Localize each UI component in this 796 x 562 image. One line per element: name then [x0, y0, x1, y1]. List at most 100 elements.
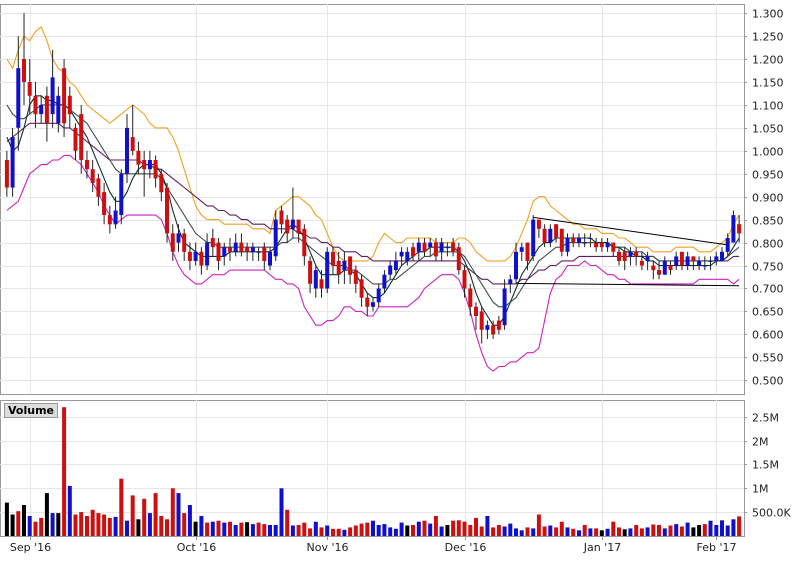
- volume-bar: [405, 525, 410, 536]
- candle-body: [514, 251, 518, 280]
- candle-body: [605, 242, 610, 248]
- volume-bar: [331, 528, 335, 536]
- volume-bar: [325, 525, 330, 536]
- x-tick-label: Feb '17: [697, 541, 737, 554]
- candle-body: [170, 233, 175, 252]
- candle-body: [714, 256, 719, 261]
- candle-body: [588, 238, 593, 239]
- candle-body: [27, 82, 32, 96]
- candle-body: [405, 251, 410, 261]
- candle-body: [422, 242, 427, 252]
- volume-bar: [628, 528, 633, 536]
- candle-body: [554, 224, 559, 238]
- volume-bar: [199, 516, 204, 536]
- volume-bar: [731, 519, 736, 536]
- volume-bar: [645, 527, 650, 536]
- volume-tick-label: 2.5M: [752, 412, 779, 425]
- stock-chart: 1.300 1.250 1.200 1.150 1.100 1.050 1.000 0.950…: [0, 0, 796, 558]
- candle-body: [371, 302, 375, 307]
- candle-body: [519, 247, 524, 252]
- candle-body: [548, 228, 553, 243]
- candle-body: [622, 251, 627, 261]
- volume-bar: [142, 498, 147, 536]
- candle-body: [525, 242, 530, 261]
- candle-body: [33, 95, 38, 115]
- candle-body: [193, 251, 198, 261]
- volume-bar: [725, 525, 730, 536]
- volume-bar: [451, 520, 456, 536]
- price-tick-label: 0.700: [752, 283, 784, 296]
- volume-bar: [559, 521, 564, 536]
- candle-body: [662, 260, 667, 275]
- volume-bar: [319, 527, 324, 536]
- volume-bar: [187, 505, 192, 536]
- candle-body: [107, 215, 112, 225]
- volume-bar: [622, 529, 627, 536]
- volume-bar: [679, 526, 684, 536]
- candle-body: [502, 288, 507, 326]
- price-tick-label: 0.600: [752, 329, 784, 342]
- volume-bar: [130, 495, 135, 536]
- candle-body: [536, 219, 541, 229]
- candle-body: [411, 247, 415, 257]
- candle-body: [571, 238, 576, 243]
- price-panel: [0, 4, 745, 395]
- candle-body: [119, 173, 124, 216]
- volume-bar: [222, 522, 227, 536]
- candle-body: [634, 251, 639, 257]
- candle-body: [639, 260, 644, 266]
- volume-bar: [56, 513, 61, 536]
- candle-body: [496, 320, 501, 330]
- volume-bar: [302, 522, 307, 536]
- volume-bar: [588, 528, 593, 536]
- candle-body: [365, 297, 370, 307]
- volume-bar: [720, 520, 724, 536]
- price-tick-label: 1.250: [752, 31, 784, 44]
- volume-bar: [22, 505, 26, 536]
- volume-tick-label: 1M: [752, 483, 769, 496]
- candle-body: [433, 242, 438, 257]
- candle-body: [159, 173, 164, 193]
- volume-bar: [256, 522, 261, 536]
- volume-bar: [531, 528, 536, 536]
- volume-bar: [611, 521, 616, 536]
- candle-body: [657, 270, 661, 275]
- volume-bar: [485, 516, 490, 536]
- candle-body: [708, 260, 713, 262]
- candle-body: [313, 270, 318, 289]
- volume-panel: [0, 400, 745, 537]
- volume-bar: [342, 529, 347, 536]
- candle-body: [542, 228, 547, 243]
- volume-bar: [474, 517, 478, 536]
- candle-body: [245, 247, 250, 252]
- candle-body: [22, 59, 26, 82]
- volume-bar: [702, 524, 707, 536]
- x-tick-label: Dec '16: [445, 541, 487, 554]
- volume-bar: [136, 519, 141, 536]
- candle-body: [239, 242, 244, 252]
- volume-bar: [4, 502, 9, 536]
- candle-body: [594, 242, 599, 248]
- candle-body: [79, 114, 84, 160]
- volume-bar: [639, 528, 644, 536]
- candle-body: [628, 251, 633, 257]
- volume-bar: [147, 513, 152, 536]
- price-tick-label: 1.000: [752, 146, 784, 159]
- candle-body: [331, 251, 335, 266]
- candle-body: [296, 219, 301, 234]
- volume-bar: [245, 522, 250, 536]
- candle-body: [165, 187, 169, 234]
- volume-bar: [582, 525, 587, 536]
- candle-body: [67, 95, 72, 115]
- candle-body: [39, 104, 44, 115]
- candle-body: [290, 219, 295, 229]
- volume-panel-title: Volume: [4, 403, 58, 418]
- volume-bar: [388, 527, 393, 536]
- candle-body: [382, 274, 387, 289]
- volume-bar: [674, 524, 679, 536]
- candle-body: [651, 265, 656, 271]
- volume-bar: [228, 521, 232, 536]
- volume-bar: [205, 522, 210, 536]
- volume-bar: [73, 514, 78, 536]
- volume-bar: [39, 517, 44, 536]
